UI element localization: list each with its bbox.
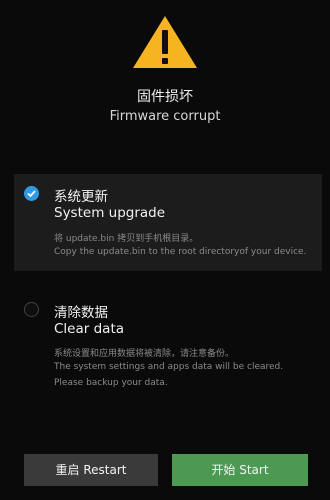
option-label-chinese: 系统更新 — [54, 189, 108, 205]
restart-button[interactable]: 重启 Restart — [24, 454, 158, 486]
start-button[interactable]: 开始 Start — [172, 454, 308, 486]
option-label-english: Clear data — [54, 321, 125, 337]
radio-checked-icon[interactable] — [24, 186, 39, 201]
title-chinese: 固件损坏 — [137, 89, 193, 105]
recovery-screen: 固件损坏 Firmware corrupt 系统更新 System upgrad… — [0, 0, 330, 500]
option-label-english: System upgrade — [54, 205, 166, 221]
option-description: Please backup your data. — [54, 378, 168, 388]
option-description: 系统设置和应用数据将被清除，请注意备份。 — [54, 349, 235, 359]
title-english: Firmware corrupt — [109, 109, 221, 124]
option-description: The system settings and apps data will b… — [54, 362, 284, 372]
option-description: 将 update.bin 拷贝到手机根目录。 — [54, 234, 199, 244]
option-system-upgrade[interactable]: 系统更新 System upgrade 将 update.bin 拷贝到手机根目… — [14, 174, 322, 271]
warning-icon — [133, 16, 197, 68]
option-clear-data[interactable]: 清除数据 Clear data 系统设置和应用数据将被清除，请注意备份。 The… — [14, 290, 322, 400]
radio-unchecked-icon[interactable] — [24, 302, 39, 317]
option-description: Copy the update.bin to the root director… — [54, 247, 307, 257]
option-label-chinese: 清除数据 — [54, 305, 108, 321]
